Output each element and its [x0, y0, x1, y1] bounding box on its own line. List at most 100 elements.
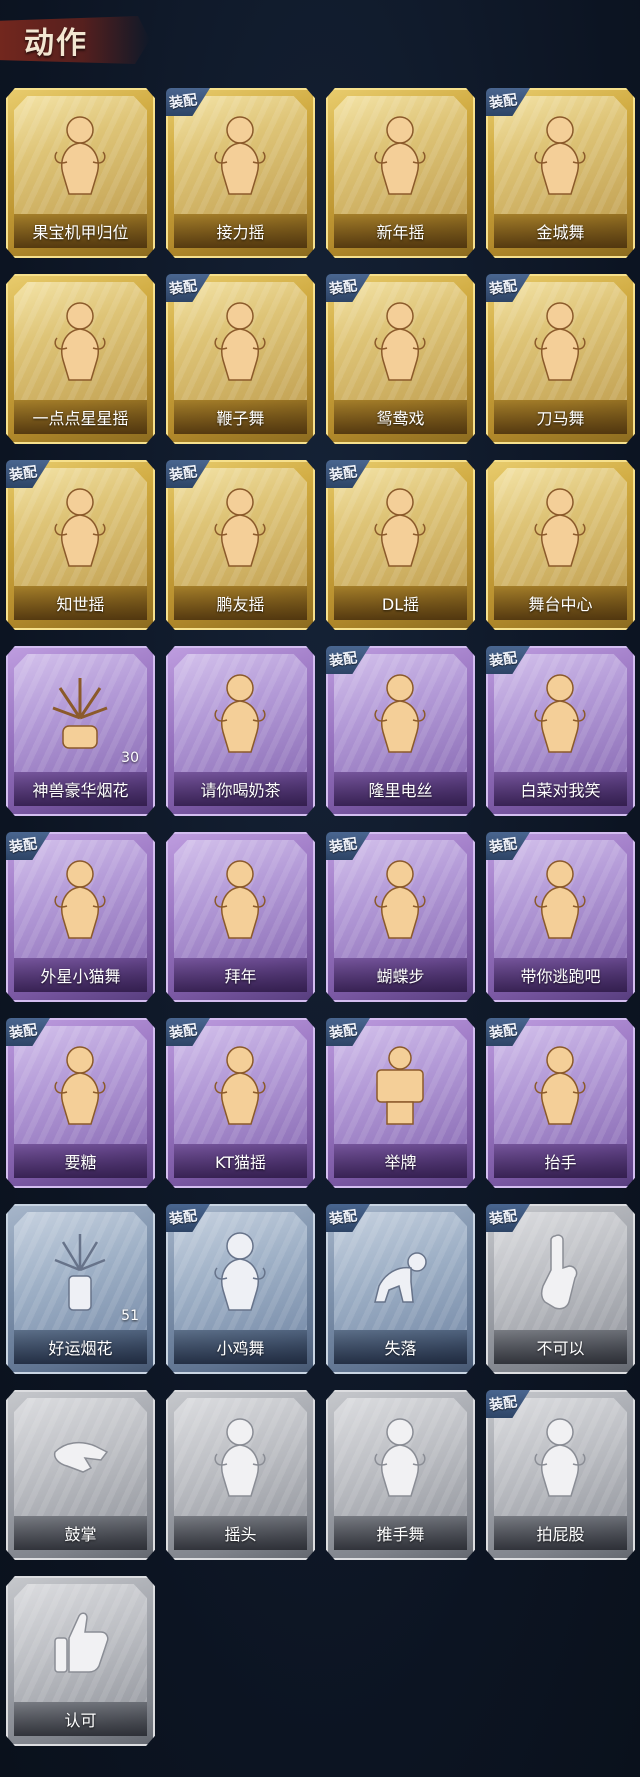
- equipped-badge-label: 装配: [328, 836, 359, 856]
- emote-card[interactable]: 装配失落: [326, 1204, 475, 1374]
- emote-card[interactable]: 舞台中心: [486, 460, 635, 630]
- figure-icon: [205, 1412, 275, 1502]
- emote-name: 摇头: [224, 1525, 257, 1544]
- emote-card[interactable]: 装配金城舞: [486, 88, 635, 258]
- emote-card[interactable]: 装配 DL摇: [326, 460, 475, 630]
- figure-icon: [525, 1412, 595, 1502]
- card-label-bar: 接力摇: [174, 214, 307, 248]
- figure-icon: [45, 482, 115, 572]
- emote-name: 接力摇: [216, 223, 265, 242]
- equipped-badge-label: 装配: [168, 1208, 199, 1228]
- emote-card[interactable]: 认可: [6, 1576, 155, 1746]
- figure-icon: [205, 110, 275, 200]
- emote-card[interactable]: 装配接力摇: [166, 88, 315, 258]
- emote-card[interactable]: 装配 举牌: [326, 1018, 475, 1188]
- card-label-bar: 举牌: [334, 1144, 467, 1178]
- emote-card[interactable]: 装配 带你逃跑吧: [486, 832, 635, 1002]
- equipped-badge-label: 装配: [488, 1208, 519, 1228]
- emote-name: 鼓掌: [64, 1525, 97, 1544]
- equipped-badge-label: 装配: [328, 650, 359, 670]
- emote-name: 请你喝奶茶: [200, 781, 281, 800]
- card-label-bar: 知世摇: [14, 586, 147, 620]
- card-label-bar: 要糖: [14, 1144, 147, 1178]
- emote-card[interactable]: 装配 要糖: [6, 1018, 155, 1188]
- card-label-bar: 金城舞: [494, 214, 627, 248]
- emote-name: 好运烟花: [48, 1339, 113, 1358]
- card-label-bar: 鸳鸯戏: [334, 400, 467, 434]
- emote-grid: 果宝机甲归位 装配 接力摇 新年摇 装配 金城舞 一点点星星摇 装配 鞭子舞 装配 鸳鸯戏 装配 刀马舞…: [6, 88, 636, 1746]
- emote-name: 蝴蝶步: [376, 967, 425, 986]
- figure-icon: [205, 854, 275, 944]
- emote-card[interactable]: 装配 鸳鸯戏: [326, 274, 475, 444]
- emote-card[interactable]: 果宝机甲归位: [6, 88, 155, 258]
- emote-card[interactable]: 装配 KT猫摇: [166, 1018, 315, 1188]
- card-label-bar: 隆里电丝: [334, 772, 467, 806]
- card-label-bar: 一点点星星摇: [14, 400, 147, 434]
- emote-name: 推手舞: [376, 1525, 425, 1544]
- card-label-bar: 鞭子舞: [174, 400, 307, 434]
- emote-card[interactable]: 装配小鸡舞: [166, 1204, 315, 1374]
- emote-name: 金城舞: [536, 223, 585, 242]
- card-label-bar: 白菜对我笑: [494, 772, 627, 806]
- emote-card[interactable]: 装配 外星小猫舞: [6, 832, 155, 1002]
- emote-card[interactable]: 51 好运烟花: [6, 1204, 155, 1374]
- equipped-badge-label: 装配: [488, 92, 519, 112]
- emote-name: 举牌: [384, 1153, 417, 1172]
- emote-name: 鞭子舞: [216, 409, 265, 428]
- emote-name: 拜年: [224, 967, 257, 986]
- emote-card[interactable]: 拜年: [166, 832, 315, 1002]
- figure-icon: [205, 482, 275, 572]
- equipped-badge-label: 装配: [168, 464, 199, 484]
- emote-name: 一点点星星摇: [32, 409, 129, 428]
- emote-name: 舞台中心: [528, 595, 593, 614]
- card-label-bar: 小鸡舞: [174, 1330, 307, 1364]
- equipped-badge-label: 装配: [8, 464, 39, 484]
- emote-card[interactable]: 装配蝴蝶步: [326, 832, 475, 1002]
- card-label-bar: 带你逃跑吧: [494, 958, 627, 992]
- emote-card[interactable]: 装配 刀马舞: [486, 274, 635, 444]
- figure-icon: [525, 668, 595, 758]
- sign-icon: [365, 1040, 435, 1130]
- card-label-bar: KT猫摇: [174, 1144, 307, 1178]
- figure-icon: [365, 854, 435, 944]
- figure-icon: [365, 668, 435, 758]
- hand-icon: [525, 1226, 595, 1316]
- emote-card[interactable]: 请你喝奶茶: [166, 646, 315, 816]
- emote-name: 要糖: [64, 1153, 97, 1172]
- equipped-badge-label: 装配: [488, 650, 519, 670]
- figure-icon: [45, 1040, 115, 1130]
- emote-card[interactable]: 装配 拍屁股: [486, 1390, 635, 1560]
- equipped-badge-label: 装配: [168, 1022, 199, 1042]
- figure-icon: [525, 1040, 595, 1130]
- firework-can-icon: [45, 1226, 115, 1316]
- equipped-badge-label: 装配: [168, 278, 199, 298]
- item-count: 30: [121, 750, 139, 766]
- equipped-badge-label: 装配: [168, 92, 199, 112]
- emote-card[interactable]: 30 神兽豪华烟花: [6, 646, 155, 816]
- emote-name: 新年摇: [376, 223, 425, 242]
- emote-card[interactable]: 装配鞭子舞: [166, 274, 315, 444]
- card-label-bar: 认可: [14, 1702, 147, 1736]
- emote-card[interactable]: 装配隆里电丝: [326, 646, 475, 816]
- emote-name: 鹏友摇: [216, 595, 265, 614]
- emote-card[interactable]: 装配 抬手: [486, 1018, 635, 1188]
- figure-icon: [365, 110, 435, 200]
- emote-collection-page: 动作 果宝机甲归位 装配 接力摇 新年摇 装配 金城舞 一点点星星摇 装配 鞭子舞 装配 鸳鸯戏 装配…: [0, 0, 640, 1777]
- emote-name: 白菜对我笑: [520, 781, 601, 800]
- emote-card[interactable]: 新年摇: [326, 88, 475, 258]
- card-label-bar: 失落: [334, 1330, 467, 1364]
- emote-card[interactable]: 装配白菜对我笑: [486, 646, 635, 816]
- emote-card[interactable]: 一点点星星摇: [6, 274, 155, 444]
- emote-card[interactable]: 鼓掌: [6, 1390, 155, 1560]
- equipped-badge-label: 装配: [488, 1394, 519, 1414]
- equipped-badge-label: 装配: [328, 1208, 359, 1228]
- card-label-bar: 鹏友摇: [174, 586, 307, 620]
- section-header: 动作: [0, 8, 160, 74]
- emote-card[interactable]: 推手舞: [326, 1390, 475, 1560]
- page-title: 动作: [24, 26, 88, 61]
- emote-card[interactable]: 装配鹏友摇: [166, 460, 315, 630]
- emote-card[interactable]: 装配知世摇: [6, 460, 155, 630]
- emote-card[interactable]: 摇头: [166, 1390, 315, 1560]
- figure-icon: [205, 668, 275, 758]
- emote-card[interactable]: 装配 不可以: [486, 1204, 635, 1374]
